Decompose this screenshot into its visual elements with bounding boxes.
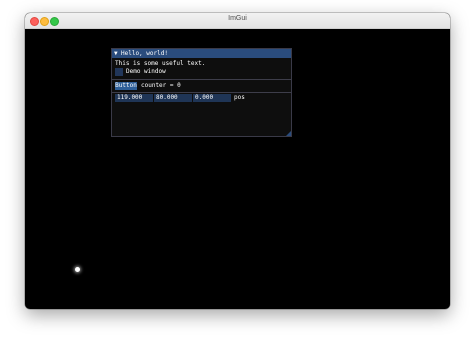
titlebar[interactable]: ImGui xyxy=(25,13,450,29)
mouse-cursor-icon xyxy=(75,267,80,272)
demo-window-checkbox-label[interactable]: Demo window xyxy=(126,68,166,76)
pos-x-field[interactable]: 119.000 xyxy=(115,94,153,102)
window-title: ImGui xyxy=(228,15,247,22)
resize-grip-icon[interactable] xyxy=(286,131,291,136)
pos-z-field[interactable]: 0.000 xyxy=(193,94,231,102)
separator xyxy=(112,92,291,93)
imgui-window-title: Hello, world! xyxy=(121,50,168,57)
collapse-arrow-icon[interactable]: ▼ xyxy=(114,49,118,58)
counter-button[interactable]: Button xyxy=(115,82,137,90)
demo-window-checkbox[interactable] xyxy=(115,68,123,76)
imgui-hello-window[interactable]: ▼ Hello, world! This is some useful text… xyxy=(111,48,292,137)
imgui-title-bar[interactable]: ▼ Hello, world! xyxy=(112,49,291,58)
useful-text: This is some useful text. xyxy=(115,60,206,67)
app-window: ImGui ▼ Hello, world! This is some usefu… xyxy=(25,13,450,309)
pos-label: pos xyxy=(234,94,245,101)
separator xyxy=(112,79,291,80)
pos-y-field[interactable]: 80.000 xyxy=(154,94,192,102)
counter-text: counter = 0 xyxy=(141,82,181,89)
